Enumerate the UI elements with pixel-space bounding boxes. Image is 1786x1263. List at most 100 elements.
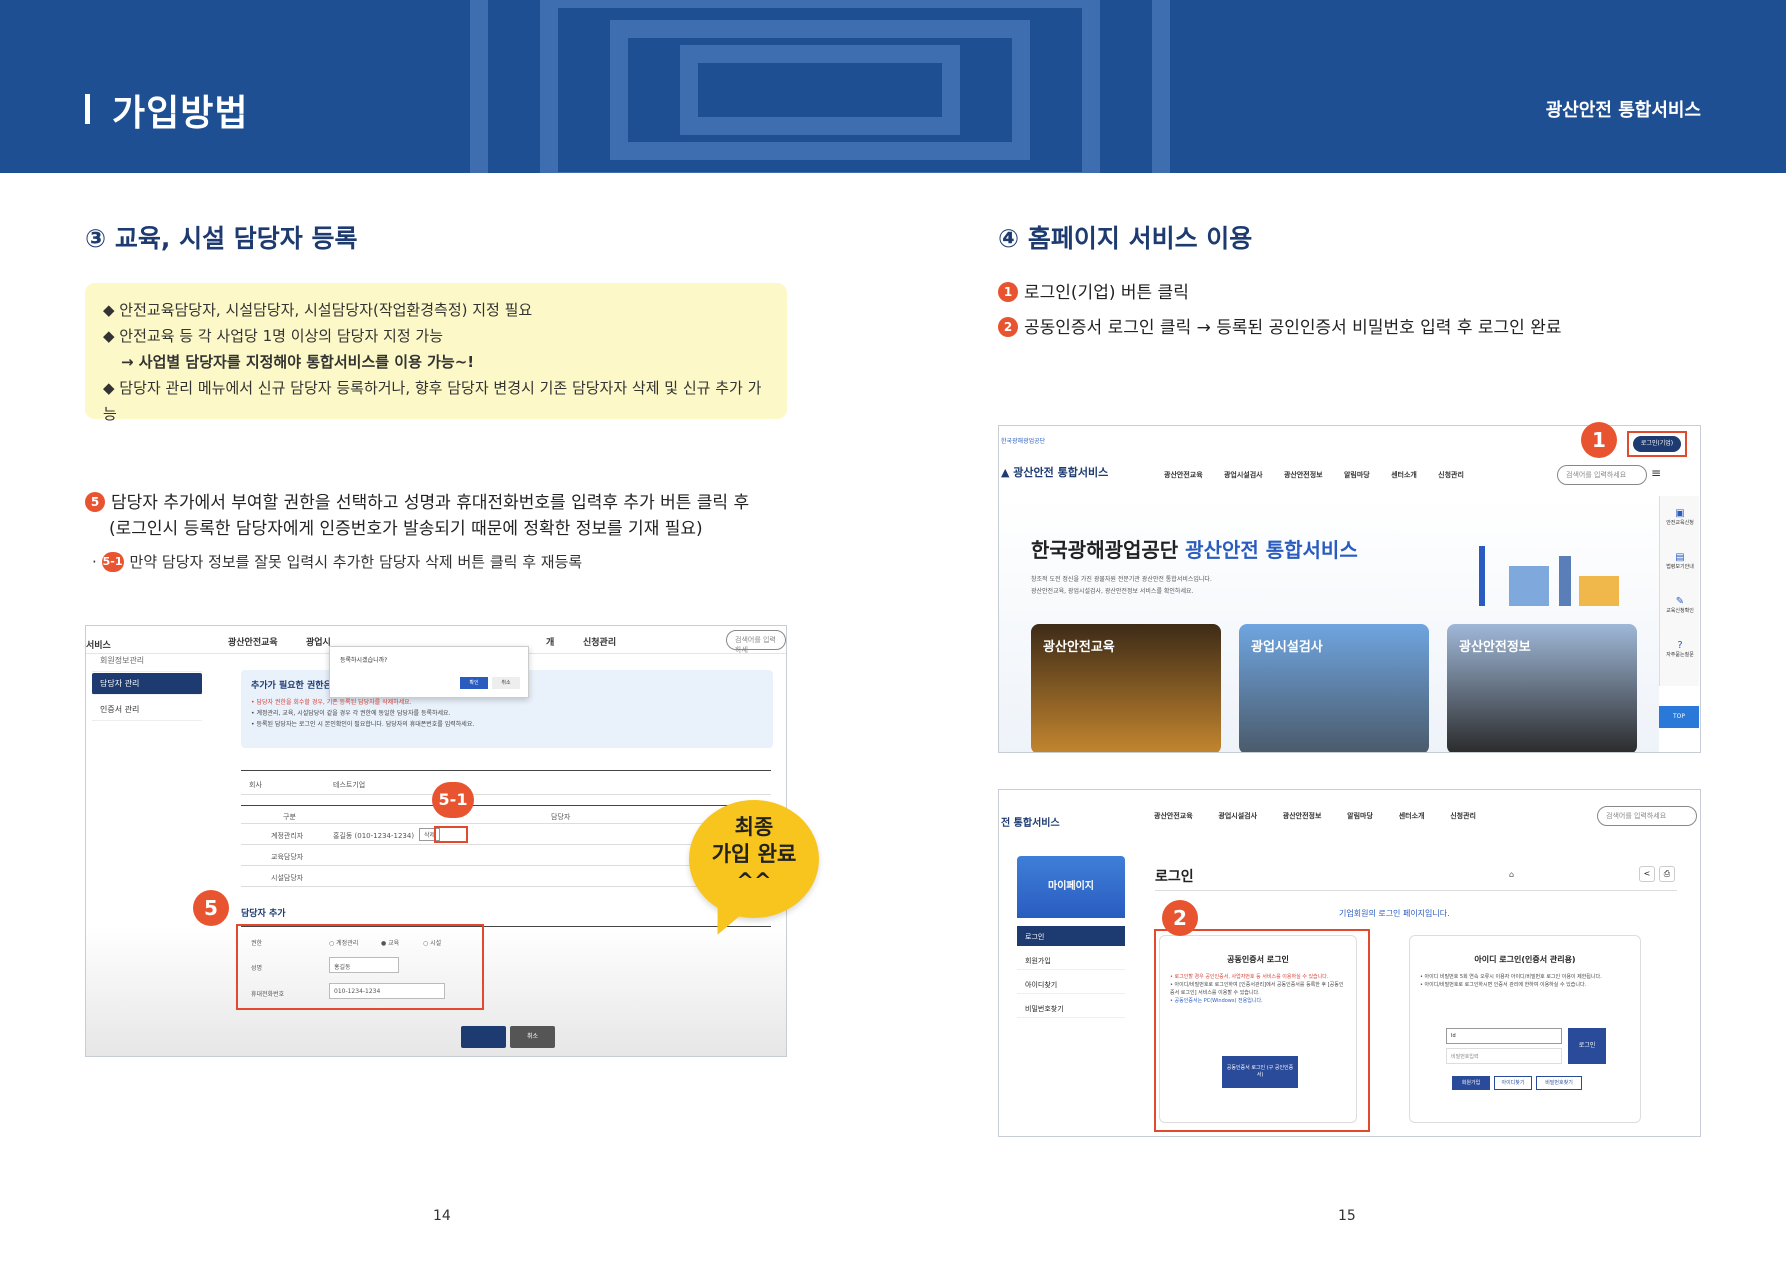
calendar-icon: ▣ — [1675, 508, 1685, 519]
step-1: 1 로그인(기업) 버튼 클릭 — [998, 280, 1189, 306]
column-header: 구분 — [283, 813, 296, 821]
site-logo[interactable]: ▲ 광산안전 통합서비스 — [1001, 464, 1108, 480]
login-page-title: 로그인 — [1155, 869, 1194, 885]
menu-icon[interactable]: ≡ — [1651, 466, 1661, 480]
dialog-cancel-button[interactable]: 취소 — [492, 677, 520, 689]
sub-step-5-1: · 5-1 만약 담당자 정보를 잘못 입력시 추가한 담당자 삭제 버튼 클릭 … — [92, 552, 583, 572]
quick-menu-item[interactable]: ✎ 교육신청확인 — [1664, 596, 1696, 614]
column-header: 담당자 — [551, 813, 571, 821]
dialog-message: 등록하시겠습니까? — [340, 657, 388, 664]
password-field[interactable]: 비밀번호입력 — [1446, 1048, 1562, 1064]
nav-item[interactable]: 센터소개 — [1399, 811, 1425, 821]
search-input[interactable]: 검색어를 입력하세요 — [1557, 465, 1647, 485]
service-name: 광산안전 통합서비스 — [1545, 100, 1701, 121]
add-button[interactable] — [461, 1026, 506, 1048]
step-marker-2: 2 — [1162, 900, 1198, 936]
hero-title-org: 한국광해광업공단 — [1031, 538, 1179, 562]
nav-item[interactable]: 센터소개 — [1391, 470, 1417, 480]
home-icon[interactable]: ⌂ — [1509, 870, 1514, 879]
service-card[interactable]: 광업시설검사 — [1239, 624, 1429, 752]
step-5: 5 담당자 추가에서 부여할 권한을 선택하고 성명과 휴대전화번호를 입력후 추… — [85, 490, 749, 516]
bubble-line: 가입 완료 — [711, 842, 797, 866]
panel-title: 아이디 로그인(인증서 관리용) — [1474, 955, 1576, 964]
id-field[interactable]: Id — [1446, 1028, 1562, 1044]
find-id-link[interactable]: 아이디찾기 — [1494, 1076, 1532, 1090]
sidebar-item-active[interactable]: 담당자 관리 — [92, 673, 202, 695]
screenshot-manager-register: 서비스 광산안전교육 광업시 개 신청관리 검색어를 입력하세 회원정보관리 담… — [85, 625, 787, 1057]
mypage-title: 마이페이지 — [1017, 856, 1125, 918]
sidebar-item[interactable]: 회원가입 — [1017, 950, 1125, 970]
login-notice: 기업회원의 로그인 페이지입니다. — [1339, 909, 1450, 918]
nav-item[interactable]: 신청관리 — [1450, 811, 1476, 821]
add-manager-title: 담당자 추가 — [241, 909, 286, 919]
top-button[interactable]: TOP — [1659, 706, 1699, 728]
section-title-left: ③ 교육, 시설 담당자 등록 — [85, 224, 358, 253]
nav-item[interactable]: 광업시 — [306, 635, 331, 648]
certificate-highlight — [1154, 929, 1370, 1132]
find-password-link[interactable]: 비밀번호찾기 — [1536, 1076, 1582, 1090]
nav-item[interactable]: 광업시설검사 — [1218, 811, 1257, 821]
quick-menu-item[interactable]: ▣ 안전교육신청 — [1664, 508, 1696, 526]
screenshot-login: 전 통합서비스 광산안전교육 광업시설검사 광산안전정보 알림마당 센터소개 신… — [998, 789, 1701, 1137]
nav-item[interactable]: 광산안전정보 — [1284, 470, 1323, 480]
quick-menu-label: 자주묻는질문 — [1666, 652, 1694, 658]
nav-item[interactable]: 개 — [546, 635, 554, 648]
step-marker-5: 5 — [193, 890, 229, 926]
step-5-note: (로그인시 등록한 담당자에게 인증번호가 발송되기 때문에 정확한 정보를 기… — [109, 519, 703, 539]
panel-line: • 아이디 비밀번호 5회 연속 오류시 이용자 아이디/비밀번호 로그인 이용… — [1420, 974, 1602, 980]
service-card[interactable]: 광산안전교육 — [1031, 624, 1221, 752]
hero-desc: 창조적 도전 정신을 가진 광물자원 전문기관 광산안전 통합서비스입니다. — [1031, 576, 1212, 583]
search-input[interactable]: 검색어를 입력하세요 — [1597, 806, 1697, 826]
quick-menu: ▣ 안전교육신청 ▤ 법령보기안내 ✎ 교육신청확인 ? 자주묻는질문 — [1659, 496, 1699, 686]
dialog-ok-button[interactable]: 확인 — [460, 677, 488, 689]
nav-item[interactable]: 알림마당 — [1344, 470, 1370, 480]
nav-item[interactable]: 광산안전교육 — [1154, 811, 1193, 821]
signup-link[interactable]: 회원가입 — [1452, 1076, 1490, 1090]
bubble-line: ^^ — [736, 869, 772, 893]
nav-item[interactable]: 신청관리 — [1438, 470, 1464, 480]
step-number-badge: 5 — [85, 492, 105, 512]
search-input[interactable]: 검색어를 입력하세 — [726, 630, 786, 654]
note-line: ◆ 안전교육 등 각 사업당 1명 이상의 담당자 지정 가능 — [103, 327, 443, 345]
tunnel-frame-core — [680, 45, 960, 135]
cancel-button[interactable]: 취소 — [510, 1026, 555, 1048]
quick-menu-label: 안전교육신청 — [1666, 520, 1694, 526]
step-number-badge: 1 — [998, 282, 1018, 302]
sidebar-item-active[interactable]: 로그인 — [1017, 926, 1125, 946]
main-nav: 광산안전교육 광업시설검사 광산안전정보 알림마당 센터소개 신청관리 — [1154, 811, 1476, 821]
company-value: 테스트기업 — [333, 781, 366, 789]
delete-highlight — [434, 826, 468, 843]
confirm-dialog: 등록하시겠습니까? 확인 취소 — [329, 646, 529, 698]
sidebar-item[interactable]: 인증서 관리 — [92, 699, 202, 721]
step-marker-1: 1 — [1581, 422, 1617, 458]
service-card[interactable]: 광산안전정보 — [1447, 624, 1637, 752]
screenshot-homepage: 한국광해광업공단 ▲ 광산안전 통합서비스 광산안전교육 광업시설검사 광산안전… — [998, 425, 1701, 753]
nav-item[interactable]: 광업시설검사 — [1224, 470, 1263, 480]
form-highlight — [236, 924, 484, 1010]
note-box: ◆ 안전교육담당자, 시설담당자, 시설담당자(작업환경측정) 지정 필요 ◆ … — [85, 283, 787, 423]
print-icon[interactable]: ⎙ — [1659, 866, 1675, 882]
step-5-text: 담당자 추가에서 부여할 권한을 선택하고 성명과 휴대전화번호를 입력후 추가… — [111, 493, 750, 513]
id-login-button[interactable]: 로그인 — [1568, 1028, 1606, 1064]
nav-item[interactable]: 광산안전정보 — [1283, 811, 1322, 821]
quick-menu-item[interactable]: ▤ 법령보기안내 — [1664, 552, 1696, 570]
sidebar-item[interactable]: 아이디찾기 — [1017, 974, 1125, 994]
login-highlight — [1627, 431, 1687, 457]
nav-item[interactable]: 광산안전교육 — [1164, 470, 1203, 480]
share-icon[interactable]: < — [1639, 866, 1655, 882]
nav-item[interactable]: 알림마당 — [1347, 811, 1373, 821]
sub-step-text: 만약 담당자 정보를 잘못 입력시 추가한 담당자 삭제 버튼 클릭 후 재등록 — [129, 553, 583, 571]
title-accent-bar — [85, 94, 90, 124]
step-number-badge: 2 — [998, 317, 1018, 337]
quick-menu-item[interactable]: ? 자주묻는질문 — [1664, 640, 1696, 658]
company-row: 회사 테스트기업 — [241, 770, 771, 795]
nav-item[interactable]: 신청관리 — [583, 635, 616, 648]
info-line: • 등록된 담당자는 로그인 시 본인확인이 필요합니다. 담당자의 휴대폰번호… — [251, 721, 475, 728]
sidebar-item[interactable]: 비밀번호찾기 — [1017, 998, 1125, 1018]
site-logo[interactable]: 전 통합서비스 — [1001, 814, 1060, 829]
quick-menu-label: 교육신청확인 — [1666, 608, 1694, 614]
sidebar-item[interactable]: 회원정보관리 — [92, 650, 202, 672]
nav-item[interactable]: 광산안전교육 — [228, 635, 278, 648]
page-number-left: 14 — [433, 1208, 451, 1224]
header-banner: 가입방법 광산안전 통합서비스 — [0, 0, 1786, 173]
